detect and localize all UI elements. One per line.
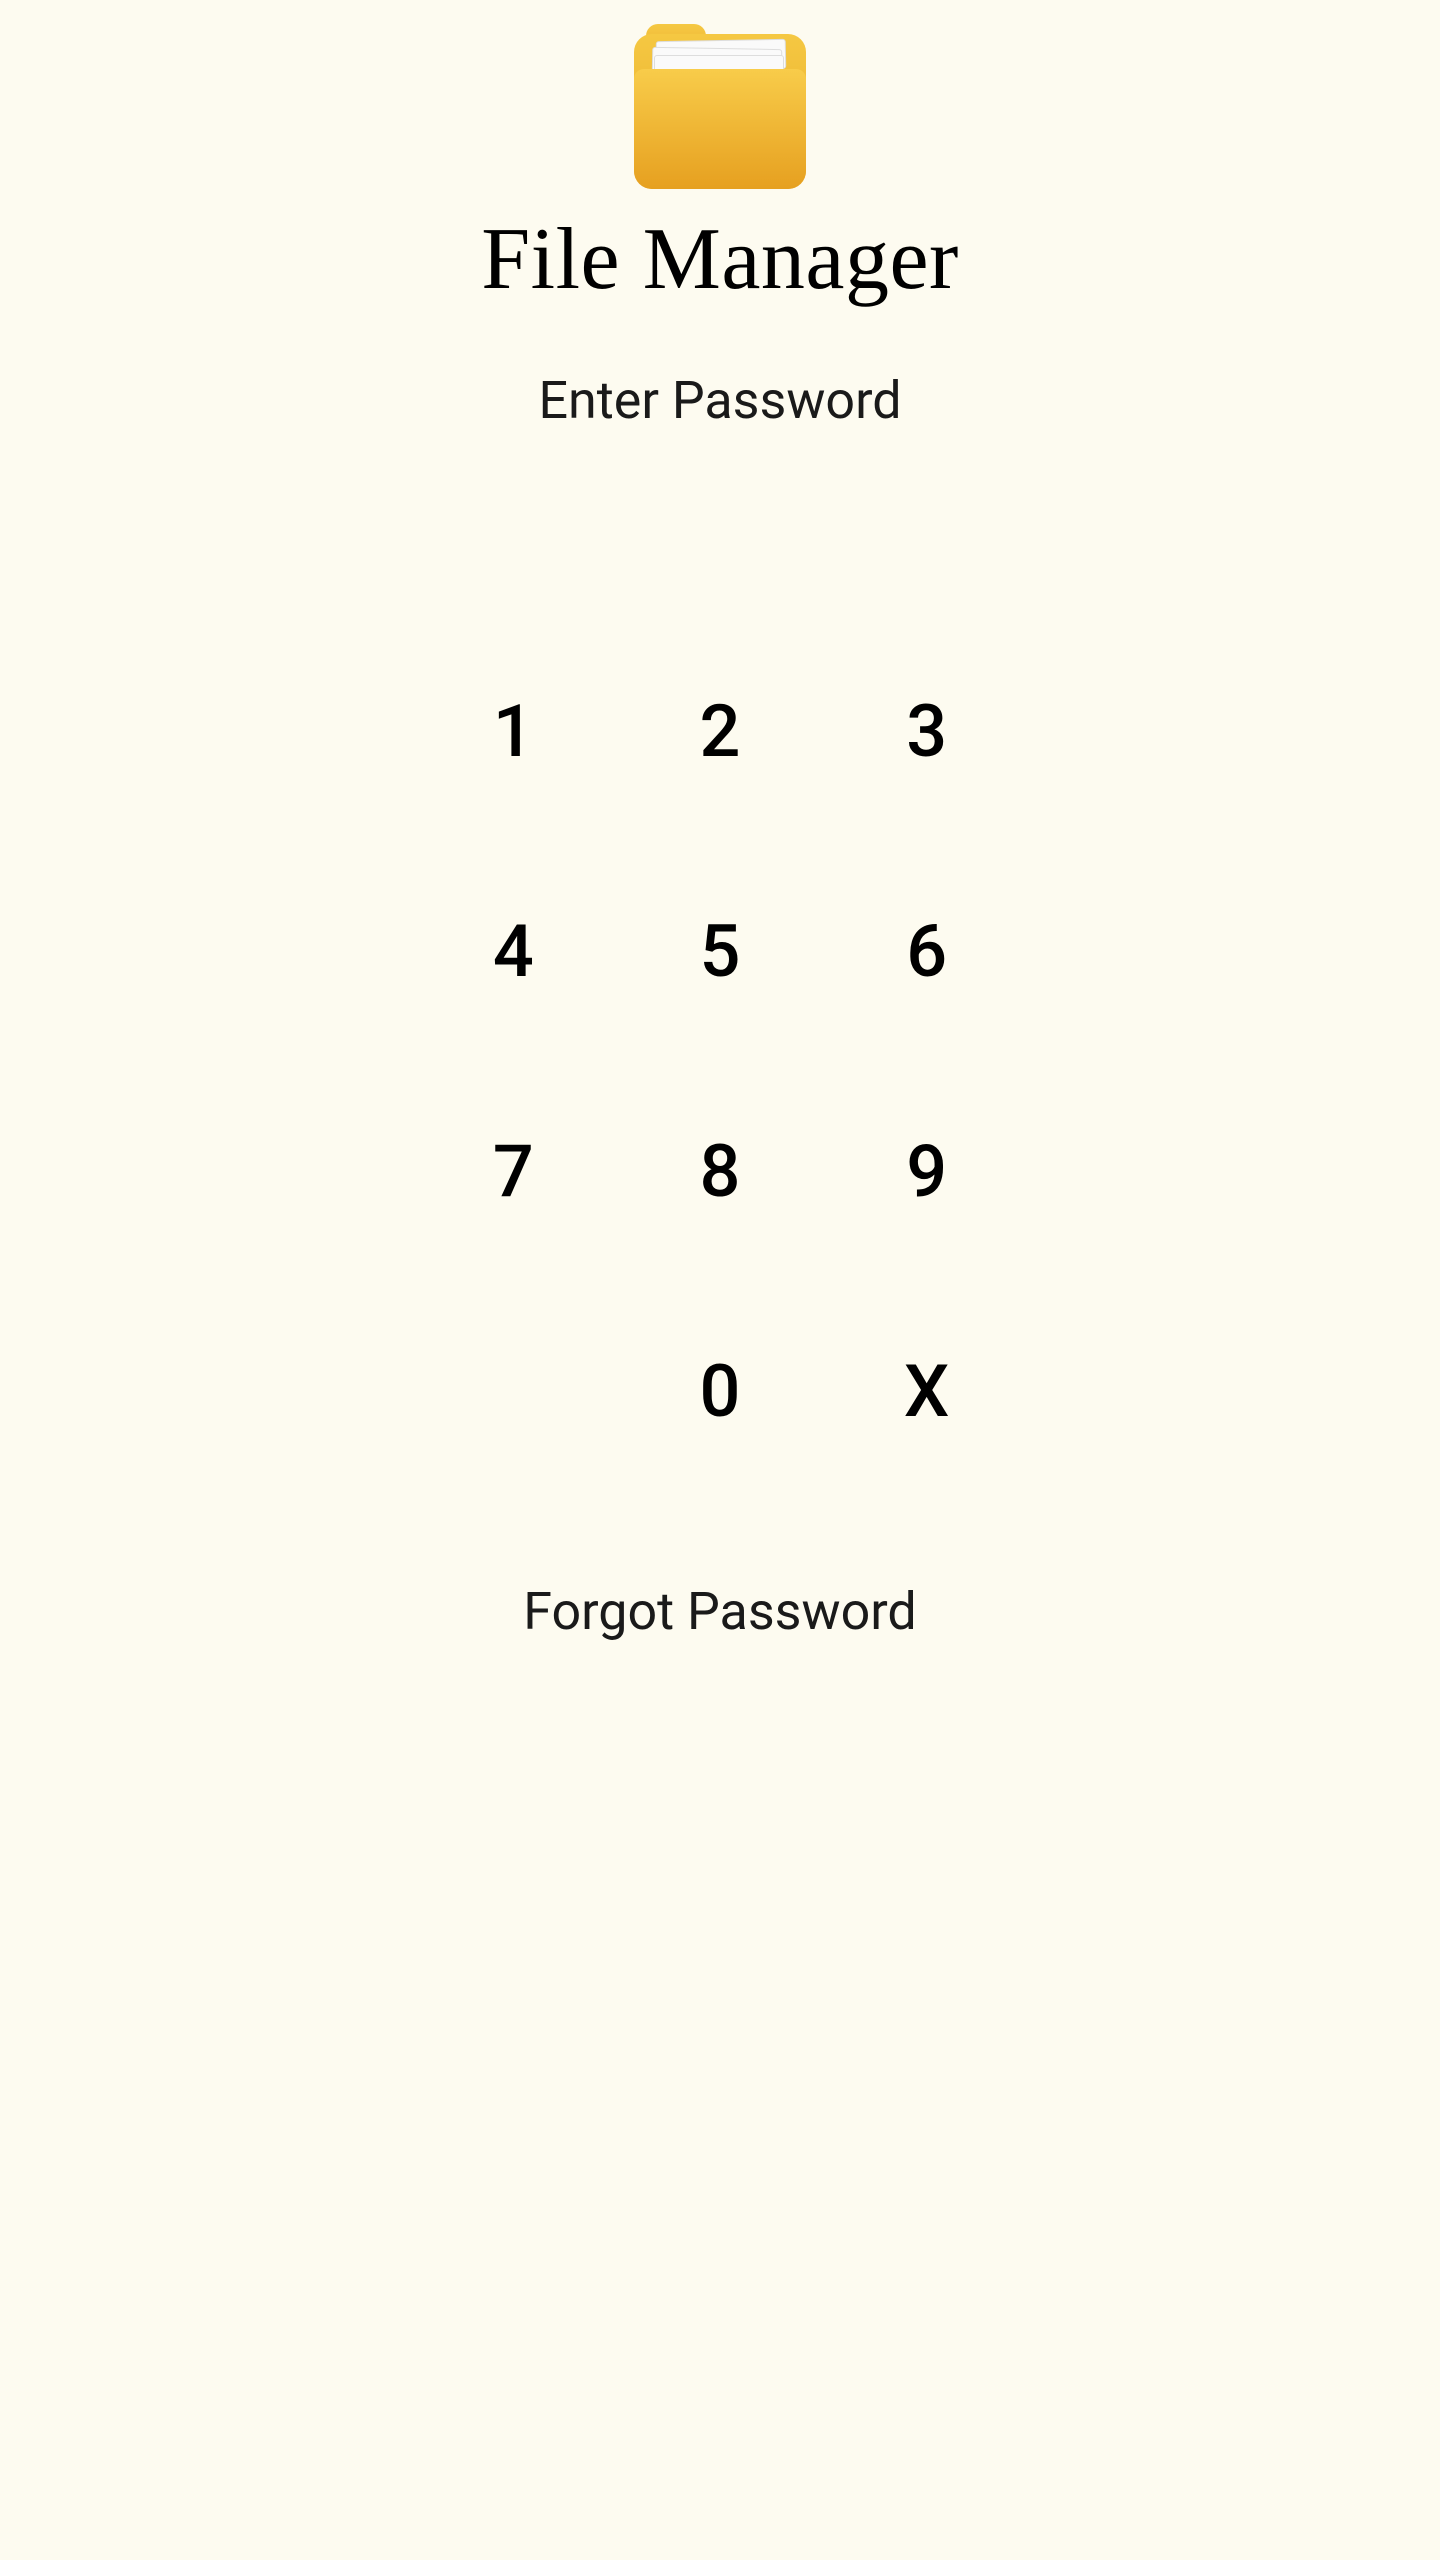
keypad-4-button[interactable]: 4 bbox=[453, 891, 573, 1011]
keypad-5-button[interactable]: 5 bbox=[660, 891, 780, 1011]
keypad-6-button[interactable]: 6 bbox=[867, 891, 987, 1011]
keypad-7-button[interactable]: 7 bbox=[453, 1111, 573, 1231]
keypad-8-button[interactable]: 8 bbox=[660, 1111, 780, 1231]
folder-icon bbox=[634, 24, 806, 189]
keypad-delete-button[interactable]: X bbox=[867, 1331, 987, 1451]
numeric-keypad: 1 2 3 4 5 6 7 8 9 0 X bbox=[410, 621, 1030, 1501]
keypad-1-button[interactable]: 1 bbox=[453, 671, 573, 791]
lock-screen: File Manager Enter Password 1 2 3 4 5 6 … bbox=[313, 0, 1127, 2560]
forgot-password-link[interactable]: Forgot Password bbox=[523, 1581, 916, 1642]
keypad-2-button[interactable]: 2 bbox=[660, 671, 780, 791]
keypad-9-button[interactable]: 9 bbox=[867, 1111, 987, 1231]
password-prompt: Enter Password bbox=[538, 370, 901, 431]
keypad-0-button[interactable]: 0 bbox=[660, 1331, 780, 1451]
keypad-3-button[interactable]: 3 bbox=[867, 671, 987, 791]
app-title: File Manager bbox=[481, 209, 959, 310]
